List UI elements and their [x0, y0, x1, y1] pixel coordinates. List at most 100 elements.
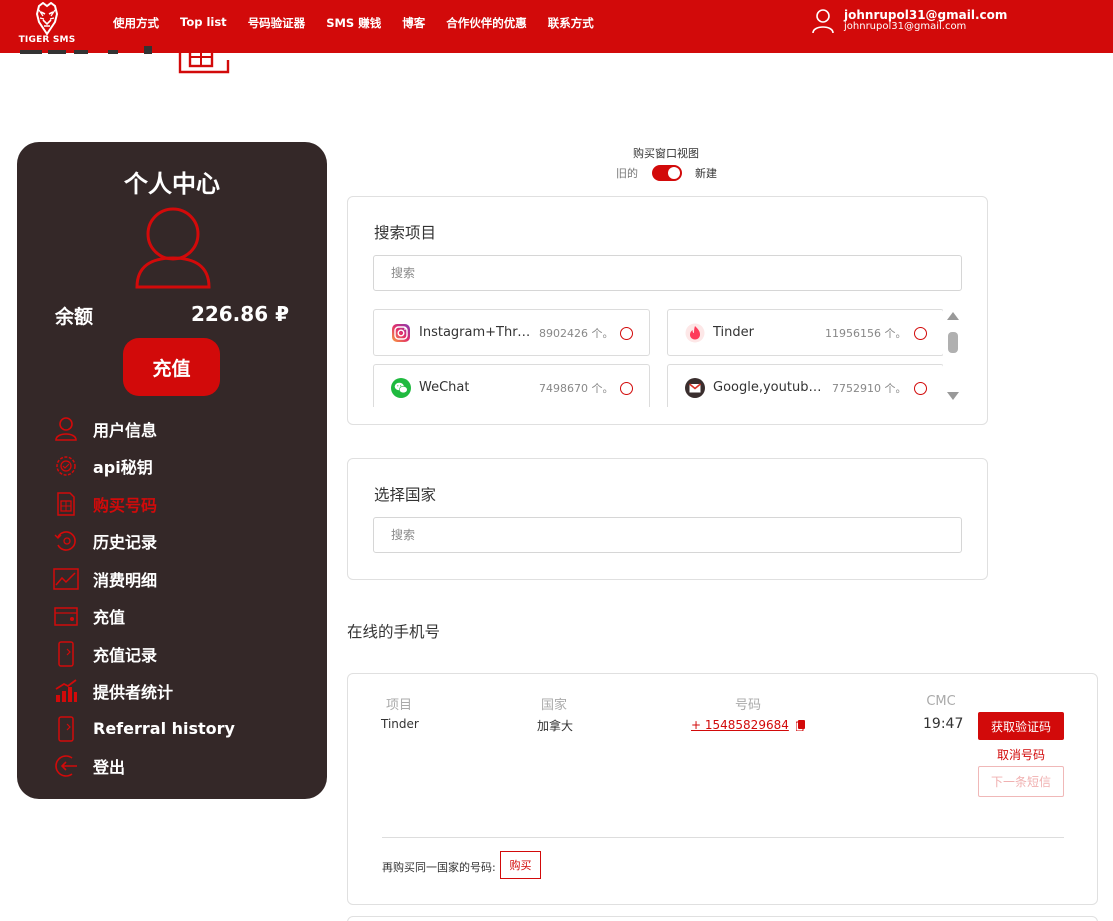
get-code-button[interactable]: 获取验证码 [978, 712, 1064, 740]
view-toggle-switch[interactable] [652, 165, 682, 181]
service-radio[interactable] [620, 327, 633, 340]
sidebar-item-label: 消费明细 [93, 570, 158, 590]
gear-icon [53, 453, 79, 479]
view-toggle-title: 购买窗口视图 [633, 147, 699, 160]
nav-contacts[interactable]: 联系方式 [548, 15, 594, 31]
nav-how-to-use[interactable]: 使用方式 [113, 15, 159, 31]
personal-center-sidebar: 个人中心 余额 226.86 ₽ 充值 用户信息 api秘钥 购买号码 历史记录… [17, 142, 327, 799]
scroll-thumb[interactable] [948, 332, 958, 353]
tinder-icon [685, 323, 705, 343]
service-list-scrollbar[interactable] [945, 312, 961, 404]
service-list: Instagram+Threads 8902426 个。 Tinder 1195… [373, 309, 943, 407]
next-sms-button[interactable]: 下一条短信 [978, 766, 1064, 797]
sidebar-item-label: api秘钥 [93, 458, 153, 478]
sidebar-item-api-key[interactable]: api秘钥 [53, 448, 235, 486]
service-radio[interactable] [914, 327, 927, 340]
sidebar-item-label: 登出 [93, 758, 126, 778]
online-numbers-title: 在线的手机号 [347, 623, 441, 641]
service-name: Instagram+Threads [419, 325, 537, 340]
project-search-input[interactable] [373, 255, 962, 291]
service-item-instagram[interactable]: Instagram+Threads 8902426 个。 [373, 309, 650, 356]
user-email-sub: johnrupol31@gmail.com [844, 21, 967, 32]
sidebar-item-label: 提供者统计 [93, 683, 174, 703]
header-project: 项目 [386, 698, 413, 713]
balance-label: 余额 [55, 306, 94, 328]
bar-chart-icon [53, 678, 79, 704]
service-name: Google,youtube,Gmail [713, 380, 829, 395]
toggle-old-label: 旧的 [616, 167, 638, 180]
search-project-title: 搜索项目 [374, 224, 437, 242]
cancel-number-button[interactable]: 取消号码 [978, 746, 1064, 763]
rebuy-button[interactable]: 购买 [500, 851, 541, 879]
nav-partner-offers[interactable]: 合作伙伴的优惠 [446, 15, 527, 31]
nav-blog[interactable]: 博客 [402, 15, 425, 31]
service-item-tinder[interactable]: Tinder 11956156 个。 [667, 309, 943, 356]
sidebar-item-topup-history[interactable]: 充值记录 [53, 635, 235, 673]
user-email: johnrupol31@gmail.com [844, 8, 1008, 22]
service-name: Tinder [713, 325, 754, 340]
header-country: 国家 [541, 698, 568, 713]
scroll-down-arrow-icon[interactable] [947, 392, 959, 400]
view-toggle: 旧的 新建 [616, 165, 717, 181]
sidebar-menu: 用户信息 api秘钥 购买号码 历史记录 消费明细 充值 充值记录 提供者统计 … [53, 410, 235, 785]
service-name: WeChat [419, 380, 470, 395]
country-search-input[interactable] [373, 517, 962, 553]
toggle-new-label: 新建 [695, 167, 717, 180]
user-account[interactable]: johnrupol31@gmail.com johnrupol31@gmail.… [811, 8, 1007, 34]
sidebar-item-buy-number[interactable]: 购买号码 [53, 485, 235, 523]
copy-icon[interactable] [795, 719, 805, 731]
phone-number-link[interactable]: + 15485829684 [691, 718, 789, 732]
sidebar-item-history[interactable]: 历史记录 [53, 523, 235, 561]
sidebar-item-label: Referral history [93, 719, 235, 739]
sidebar-title: 个人中心 [124, 170, 220, 198]
next-number-card-clipped [347, 916, 1098, 921]
sidebar-item-label: 充值记录 [93, 645, 158, 665]
toggle-knob [668, 167, 680, 179]
nav-number-checker[interactable]: 号码验证器 [248, 15, 306, 31]
wechat-icon [391, 377, 411, 398]
gmail-icon [685, 377, 705, 398]
avatar-icon [135, 207, 211, 289]
wallet-icon [53, 603, 79, 629]
service-count: 7498670 个。 [539, 382, 614, 395]
row-number-wrapper: + 15485829684 [691, 718, 805, 732]
search-project-card: 搜索项目 Instagram+Threads 8902426 个。 Tinder… [347, 196, 988, 425]
nav-sms-earn[interactable]: SMS 赚钱 [326, 15, 381, 31]
service-radio[interactable] [914, 382, 927, 395]
header-sms: CMC [926, 694, 956, 709]
sidebar-item-label: 购买号码 [93, 495, 158, 515]
tiger-head-icon [35, 2, 59, 36]
topup-button[interactable]: 充值 [123, 338, 220, 396]
row-country: 加拿大 [537, 719, 574, 733]
sidebar-item-provider-stats[interactable]: 提供者统计 [53, 673, 235, 711]
phone-icon [53, 716, 79, 742]
online-number-card: 项目 国家 号码 CMC Tinder 加拿大 + 15485829684 19… [347, 673, 1098, 905]
user-icon [53, 416, 79, 442]
sidebar-item-referral-history[interactable]: Referral history [53, 710, 235, 748]
sidebar-item-topup[interactable]: 充值 [53, 598, 235, 636]
service-count: 8902426 个。 [539, 327, 614, 340]
service-radio[interactable] [620, 382, 633, 395]
sim-card-icon [53, 491, 79, 517]
phone-icon [53, 641, 79, 667]
row-project: Tinder [381, 717, 419, 731]
sidebar-item-label: 历史记录 [93, 533, 158, 553]
select-country-title: 选择国家 [374, 486, 437, 504]
service-item-wechat[interactable]: WeChat 7498670 个。 [373, 364, 650, 407]
sidebar-item-label: 用户信息 [93, 420, 158, 440]
row-time: 19:47 [923, 716, 964, 732]
sidebar-item-user-info[interactable]: 用户信息 [53, 410, 235, 448]
main-nav: 使用方式 Top list 号码验证器 SMS 赚钱 博客 合作伙伴的优惠 联系… [113, 15, 615, 31]
scroll-up-arrow-icon[interactable] [947, 312, 959, 320]
divider [382, 837, 1064, 838]
nav-top-list[interactable]: Top list [180, 15, 227, 31]
instagram-icon [391, 323, 411, 343]
service-item-google[interactable]: Google,youtube,Gmail 7752910 个。 [667, 364, 943, 407]
hero-heading-clipped [18, 38, 158, 58]
sidebar-item-spending[interactable]: 消费明细 [53, 560, 235, 598]
logout-icon [53, 753, 79, 779]
service-count: 11956156 个。 [825, 327, 907, 340]
chart-icon [53, 566, 79, 592]
rebuy-label: 再购买同一国家的号码: [382, 861, 496, 874]
sidebar-item-logout[interactable]: 登出 [53, 748, 235, 786]
